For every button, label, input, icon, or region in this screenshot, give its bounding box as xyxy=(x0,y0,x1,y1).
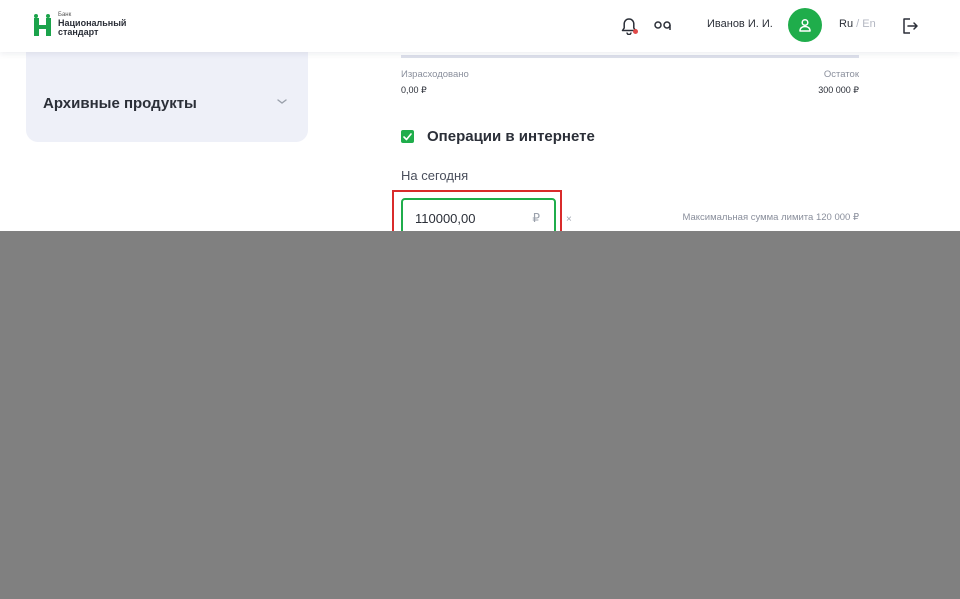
tooltip-edge xyxy=(709,227,859,231)
accessibility-glasses-icon[interactable] xyxy=(651,14,675,38)
limit-progress-bar xyxy=(401,55,859,58)
chevron-down-icon[interactable] xyxy=(275,96,289,106)
spent-label: Израсходовано xyxy=(401,69,469,80)
lang-en[interactable]: En xyxy=(862,18,875,30)
internet-operations-title: Операции в интернете xyxy=(427,128,595,145)
archive-products-card[interactable] xyxy=(26,40,308,142)
ruble-icon: ₽ xyxy=(532,211,540,225)
max-limit-hint: Максимальная сумма лимита 120 000 ₽ xyxy=(682,212,859,223)
bank-logo[interactable]: Банк Национальный стандарт xyxy=(34,12,126,37)
logo-mark-icon xyxy=(34,13,52,36)
page: Банк Национальный стандарт Иванов И. И. … xyxy=(0,0,960,599)
user-avatar[interactable] xyxy=(788,8,822,42)
rest-value: 300 000 ₽ xyxy=(818,85,859,95)
spent-value: 0,00 ₽ xyxy=(401,85,427,95)
lang-ru[interactable]: Ru xyxy=(839,18,853,30)
today-label: На сегодня xyxy=(401,168,469,183)
notifications-bell-icon[interactable] xyxy=(617,14,641,38)
logo-line2: стандарт xyxy=(58,27,99,37)
logo-text: Банк Национальный стандарт xyxy=(58,12,126,37)
user-icon xyxy=(799,18,811,32)
archive-products-title: Архивные продукты xyxy=(43,95,197,112)
checkmark-icon xyxy=(403,132,412,140)
language-switcher: Ru / En xyxy=(839,18,876,30)
user-name[interactable]: Иванов И. И. xyxy=(707,18,773,30)
rest-label: Остаток xyxy=(823,69,859,80)
lang-separator: / xyxy=(853,18,863,30)
clear-icon[interactable]: × xyxy=(566,214,572,225)
notification-dot xyxy=(633,29,638,34)
logout-icon[interactable] xyxy=(898,14,922,38)
internet-operations-checkbox[interactable] xyxy=(401,130,414,143)
top-header: Банк Национальный стандарт Иванов И. И. … xyxy=(0,0,960,52)
gray-overlay xyxy=(0,231,960,599)
limit-amount-value: 110000,00 xyxy=(415,210,476,226)
